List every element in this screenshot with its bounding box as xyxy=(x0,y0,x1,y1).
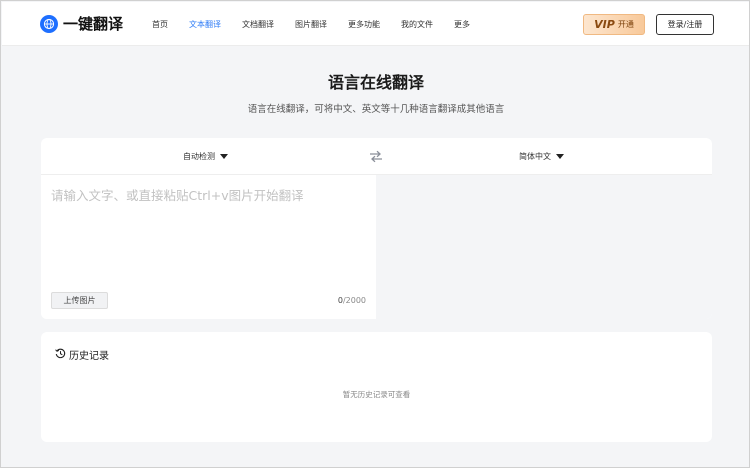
page-subtitle: 语言在线翻译，可将中文、英文等十几种语言翻译成其他语言 xyxy=(247,104,505,115)
page-title: 语言在线翻译 xyxy=(327,73,424,92)
top-navbar: 一键翻译 首页 文本翻译 文档翻译 图片翻译 更多功能 我的文件 更多 VIP … xyxy=(2,2,749,46)
nav-item-more[interactable]: 更多 xyxy=(454,19,470,30)
caret-down-icon xyxy=(556,154,564,159)
translator-card: 自动检测 简体中文 上传图片 0/2000 xyxy=(41,138,712,319)
app-window: 一键翻译 首页 文本翻译 文档翻译 图片翻译 更多功能 我的文件 更多 VIP … xyxy=(0,0,750,468)
nav-item-text-translate[interactable]: 文本翻译 xyxy=(189,19,221,30)
vip-action-label: 开通 xyxy=(617,20,634,29)
nav-item-my-files[interactable]: 我的文件 xyxy=(401,19,433,30)
history-card: 历史记录 暂无历史记录可查看 xyxy=(41,332,712,442)
vip-open-button[interactable]: VIP 开通 xyxy=(583,14,645,35)
translation-output-pane xyxy=(376,175,712,319)
swap-languages-icon[interactable] xyxy=(369,150,383,163)
target-language-select[interactable]: 简体中文 xyxy=(519,151,564,162)
character-counter: 0/2000 xyxy=(321,296,366,305)
char-count-max: /2000 xyxy=(342,296,366,305)
language-bar: 自动检测 简体中文 xyxy=(41,138,712,175)
history-clock-icon xyxy=(55,348,66,359)
logo-text[interactable]: 一键翻译 xyxy=(63,14,123,34)
history-empty-text: 暂无历史记录可查看 xyxy=(342,390,411,399)
caret-down-icon xyxy=(220,154,228,159)
source-language-select[interactable]: 自动检测 xyxy=(183,151,228,162)
source-language-label: 自动检测 xyxy=(183,152,215,161)
login-register-button[interactable]: 登录/注册 xyxy=(656,14,714,35)
nav-item-more-features[interactable]: 更多功能 xyxy=(348,19,380,30)
source-pane: 上传图片 0/2000 xyxy=(41,175,376,319)
main-nav: 首页 文本翻译 文档翻译 图片翻译 更多功能 我的文件 更多 xyxy=(152,2,491,46)
nav-item-home[interactable]: 首页 xyxy=(152,19,168,30)
nav-item-image-translate[interactable]: 图片翻译 xyxy=(295,19,327,30)
globe-icon xyxy=(43,18,55,30)
source-text-input[interactable] xyxy=(51,185,366,275)
vip-label: VIP xyxy=(594,18,615,31)
history-title: 历史记录 xyxy=(69,351,109,362)
upload-image-button[interactable]: 上传图片 xyxy=(51,292,108,309)
target-language-label: 简体中文 xyxy=(519,152,551,161)
globe-logo-icon[interactable] xyxy=(40,15,58,33)
nav-item-document-translate[interactable]: 文档翻译 xyxy=(242,19,274,30)
